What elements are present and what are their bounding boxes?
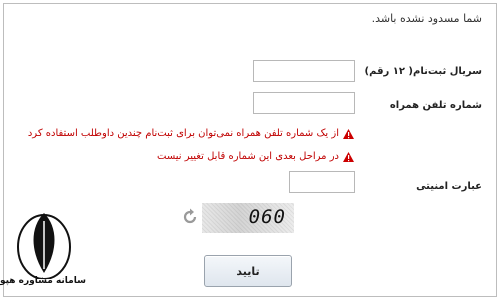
captcha-text: 060: [248, 206, 286, 228]
logo-caption: سامانه مشاوره هپوا: [0, 276, 86, 286]
warning-icon: [343, 128, 354, 139]
captcha-image: 060: [202, 203, 294, 233]
serial-label: سریال ثبت‌نام( ۱۲ رقم): [364, 66, 482, 77]
serial-input[interactable]: [253, 60, 355, 82]
top-message: شما مسدود نشده باشد.: [371, 12, 482, 25]
warning-text: از یک شماره تلفن همراه نمی‌توان برای ثبت…: [27, 128, 339, 139]
security-label: عبارت امنیتی: [416, 181, 482, 192]
security-input[interactable]: [289, 171, 355, 193]
warning-no-change: در مراحل بعدی این شماره قابل تغییر نیست: [157, 151, 354, 162]
warning-shared-phone: از یک شماره تلفن همراه نمی‌توان برای ثبت…: [28, 128, 354, 139]
feather-pen-icon: [17, 213, 71, 280]
phone-label: شماره تلفن همراه: [389, 100, 482, 111]
refresh-icon[interactable]: [181, 208, 199, 226]
warning-text: در مراحل بعدی این شماره قابل تغییر نیست: [157, 151, 339, 162]
submit-button[interactable]: تایید: [204, 255, 292, 287]
phone-input[interactable]: [253, 92, 355, 114]
warning-icon: [343, 151, 354, 162]
